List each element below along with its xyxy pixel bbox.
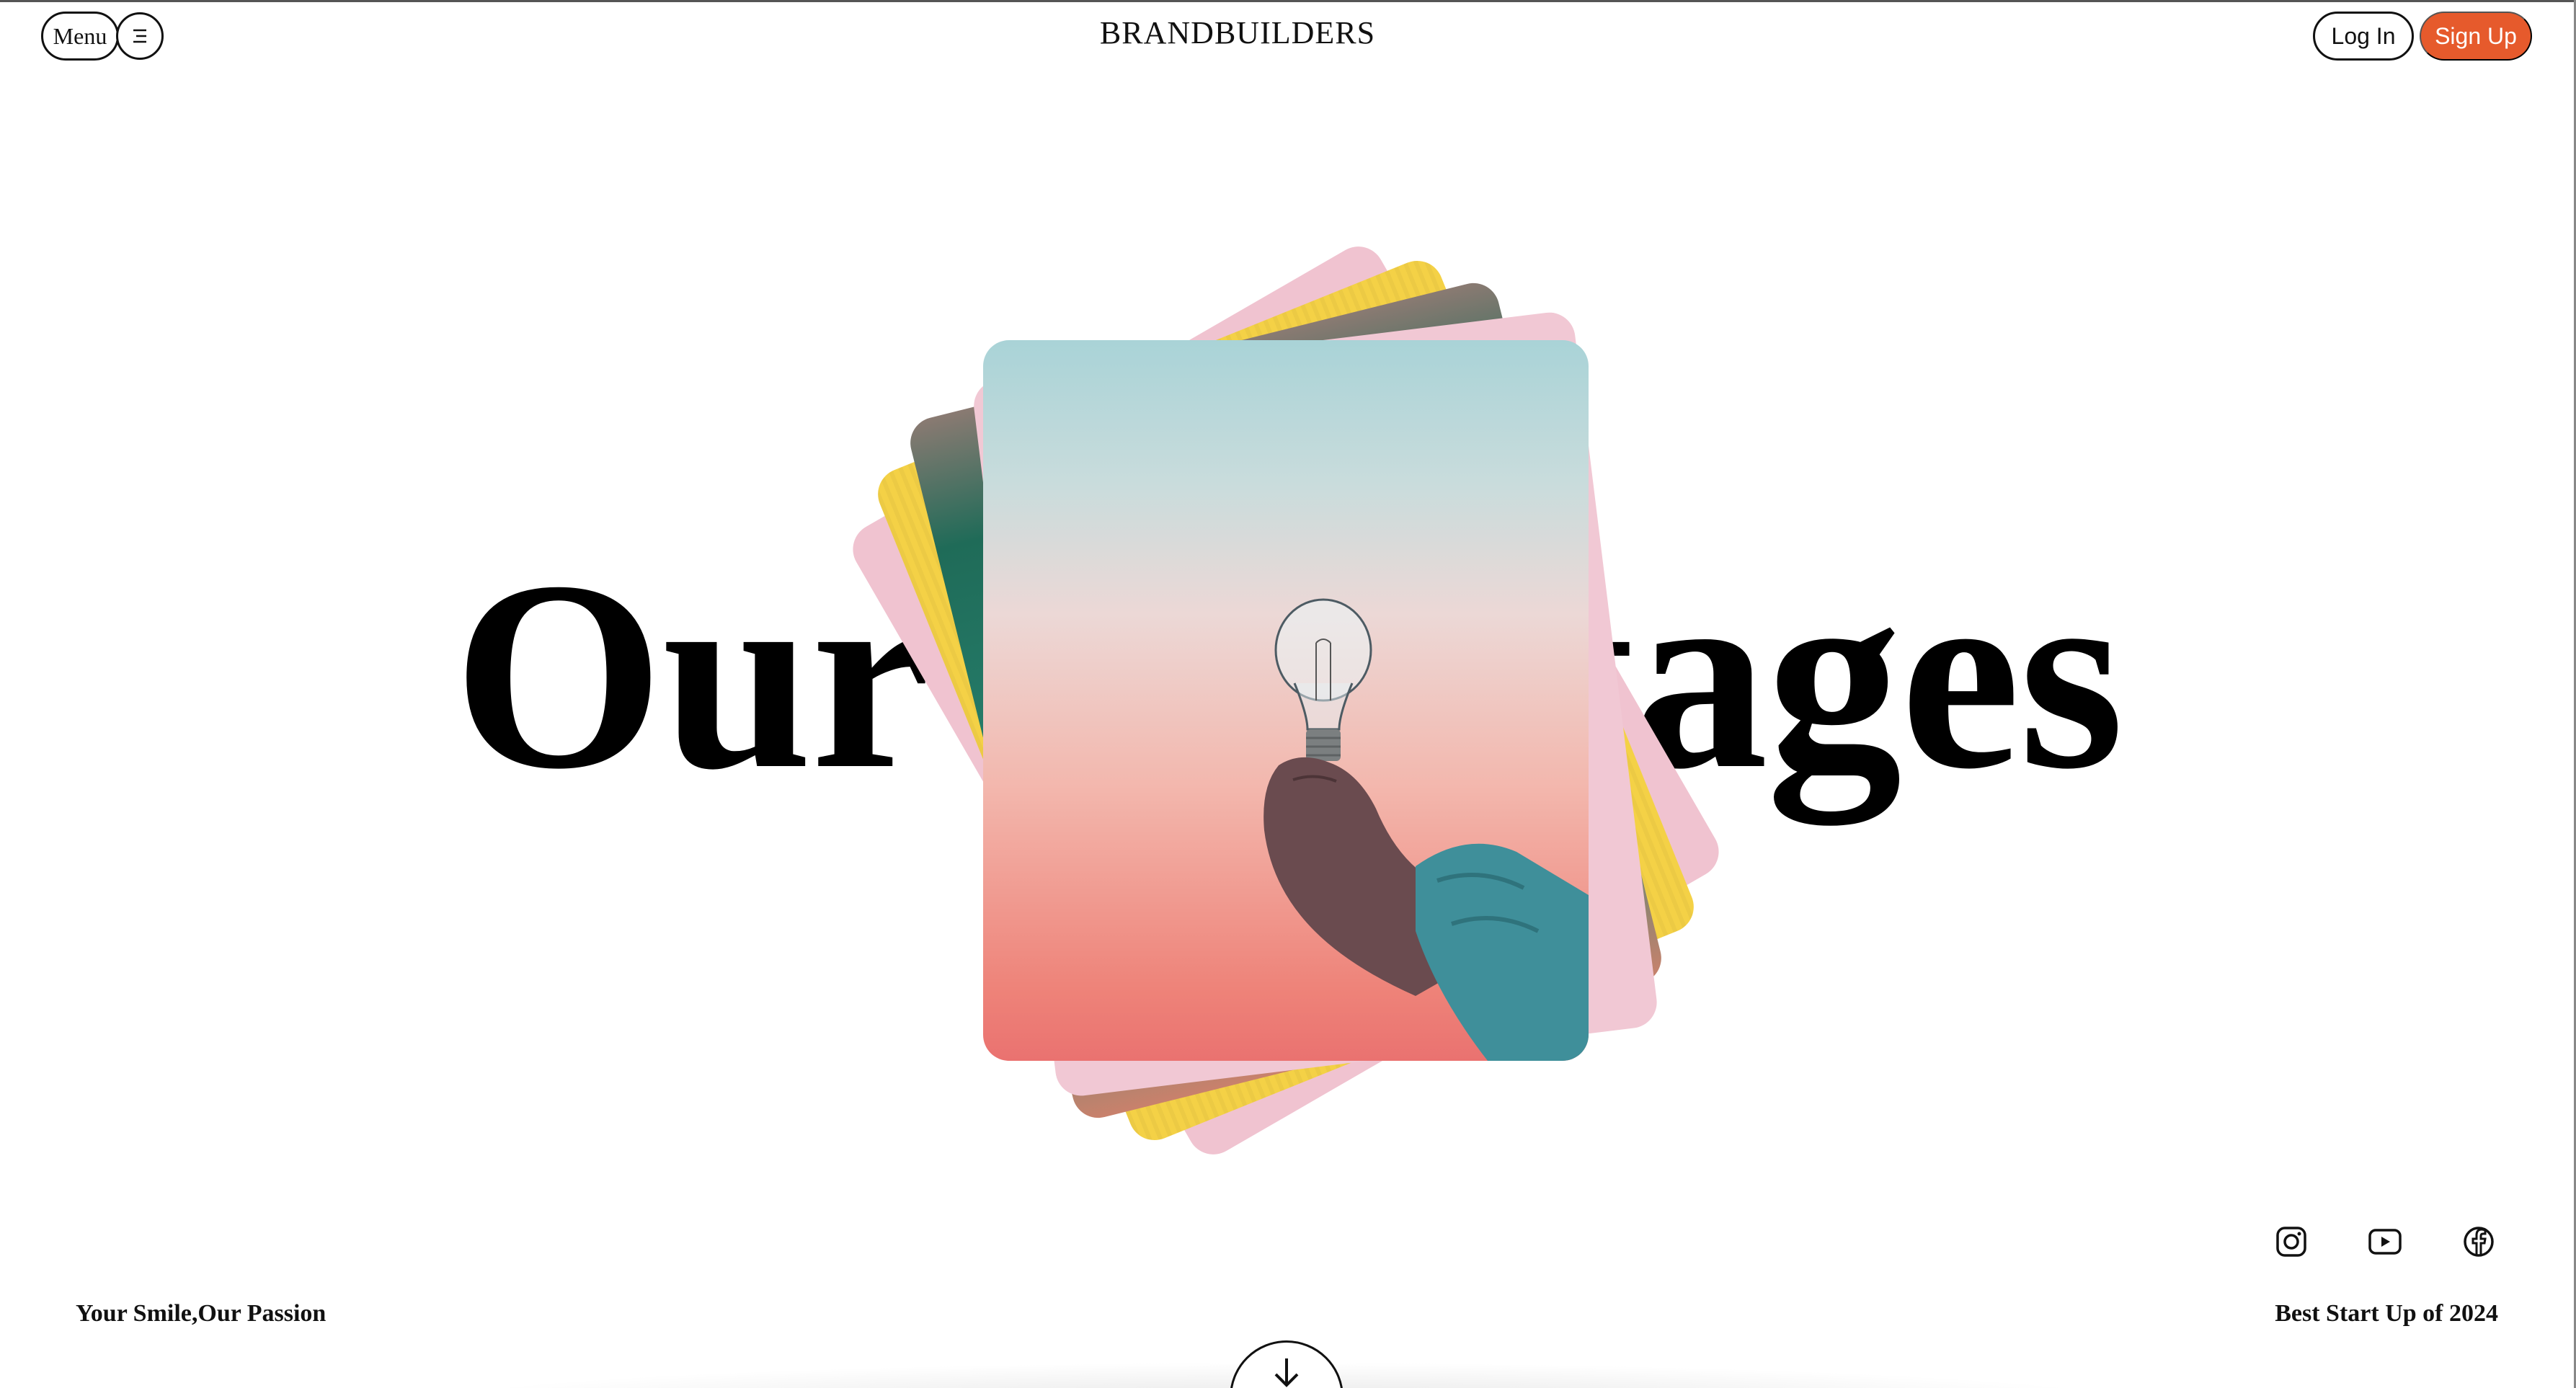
hamburger-menu-icon [133,29,146,43]
signup-button[interactable]: Sign Up [2420,12,2532,61]
facebook-icon[interactable] [2459,1222,2499,1262]
brand-logo[interactable]: BRANDBUILDERS [1032,14,1443,51]
top-border [0,0,2576,2]
tagline-left: Your Smile,Our Passion [76,1300,327,1327]
menu-toggle-button[interactable] [116,12,164,60]
menu-button[interactable]: Menu [41,12,119,61]
hero-image-card[interactable] [983,340,1589,1061]
scroll-down-button[interactable] [1230,1340,1343,1388]
login-button[interactable]: Log In [2313,12,2414,61]
instagram-icon[interactable] [2271,1222,2311,1262]
youtube-icon[interactable] [2365,1222,2405,1262]
image-card-stack[interactable] [843,236,1728,1165]
arrow-down-icon [1274,1358,1299,1387]
tagline-right: Best Start Up of 2024 [2275,1300,2498,1327]
lightbulb-hand-icon [1263,598,1589,1061]
